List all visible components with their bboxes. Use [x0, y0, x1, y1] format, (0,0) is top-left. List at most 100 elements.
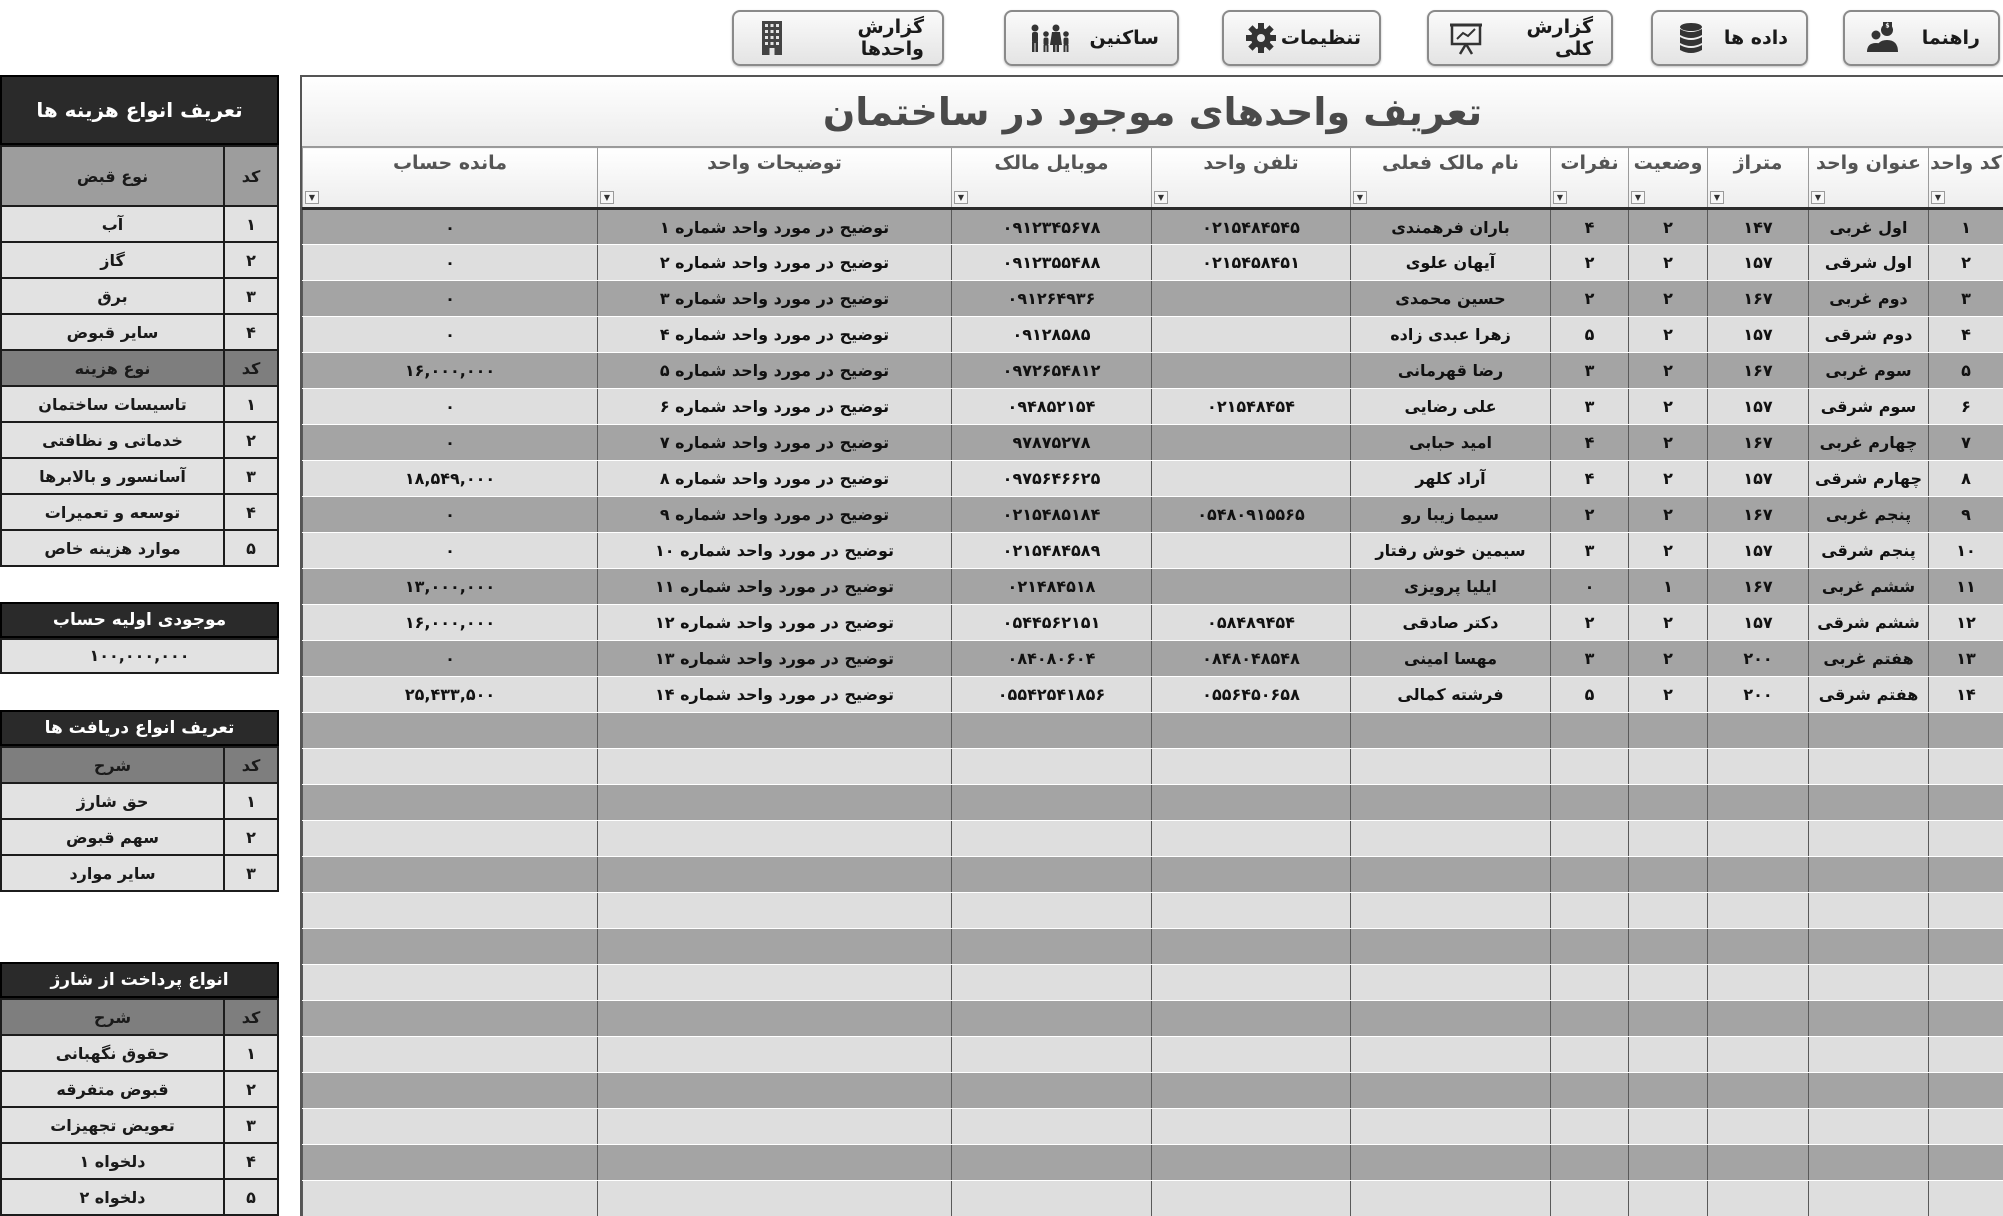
cell-owner-name[interactable]: [1350, 784, 1551, 821]
expense-code[interactable]: ۵: [223, 529, 279, 567]
cell-status[interactable]: ۲: [1628, 460, 1708, 497]
cell-unit-phone[interactable]: [1151, 460, 1351, 497]
cell-area[interactable]: [1707, 1108, 1809, 1145]
cell-account-balance[interactable]: [302, 1072, 598, 1109]
cell-unit-phone[interactable]: ۰۵۴۸۰۹۱۵۵۶۵: [1151, 496, 1351, 533]
cell-unit-phone[interactable]: [1151, 280, 1351, 317]
receipt-code[interactable]: ۳: [223, 854, 279, 892]
cell-unit-code[interactable]: [1928, 964, 2003, 1001]
cell-occupants[interactable]: ۴: [1550, 460, 1629, 497]
cell-occupants[interactable]: [1550, 1144, 1629, 1181]
filter-dropdown-icon[interactable]: ▼: [1931, 191, 1945, 204]
filter-dropdown-icon[interactable]: ▼: [1553, 191, 1567, 204]
cell-unit-description[interactable]: [597, 748, 952, 785]
cell-account-balance[interactable]: ۰: [302, 532, 598, 569]
cell-occupants[interactable]: [1550, 928, 1629, 965]
cell-unit-description[interactable]: توضیح در مورد واحد شماره ۱۰: [597, 532, 952, 569]
cell-account-balance[interactable]: [302, 1144, 598, 1181]
cell-occupants[interactable]: ۳: [1550, 388, 1629, 425]
cell-unit-title[interactable]: [1808, 1072, 1929, 1109]
payment-code[interactable]: ۱: [223, 1034, 279, 1072]
cell-unit-code[interactable]: [1928, 784, 2003, 821]
cell-occupants[interactable]: ۳: [1550, 352, 1629, 389]
cell-unit-title[interactable]: پنجم غربی: [1808, 496, 1929, 533]
cell-owner-mobile[interactable]: [951, 964, 1152, 1001]
cell-account-balance[interactable]: [302, 784, 598, 821]
cell-unit-code[interactable]: [1928, 748, 2003, 785]
cell-owner-mobile[interactable]: ۰۹۷۲۶۵۴۸۱۲: [951, 352, 1152, 389]
cell-unit-title[interactable]: [1808, 1144, 1929, 1181]
cell-status[interactable]: [1628, 1036, 1708, 1073]
expense-code[interactable]: ۲: [223, 421, 279, 459]
cell-occupants[interactable]: [1550, 1180, 1629, 1216]
cell-owner-mobile[interactable]: [951, 1144, 1152, 1181]
cell-status[interactable]: ۲: [1628, 604, 1708, 641]
cell-area[interactable]: [1707, 748, 1809, 785]
cell-unit-code[interactable]: ۲: [1928, 244, 2003, 281]
receipt-code[interactable]: ۱: [223, 782, 279, 820]
cell-owner-name[interactable]: [1350, 1072, 1551, 1109]
cell-owner-mobile[interactable]: ۰۹۷۵۶۴۶۶۲۵: [951, 460, 1152, 497]
cell-account-balance[interactable]: ۱۶,۰۰۰,۰۰۰: [302, 352, 598, 389]
cell-area[interactable]: [1707, 856, 1809, 893]
cell-unit-title[interactable]: [1808, 712, 1929, 749]
cell-unit-description[interactable]: توضیح در مورد واحد شماره ۱۲: [597, 604, 952, 641]
cell-area[interactable]: [1707, 892, 1809, 929]
filter-dropdown-icon[interactable]: ▼: [305, 191, 319, 204]
receipt-code[interactable]: ۲: [223, 818, 279, 856]
cell-unit-phone[interactable]: [1151, 712, 1351, 749]
cell-owner-mobile[interactable]: ۰۵۴۴۵۶۲۱۵۱: [951, 604, 1152, 641]
payment-name[interactable]: حقوق نگهبانی: [0, 1034, 225, 1072]
guide-button[interactable]: راهنما $: [1843, 10, 2000, 66]
cell-occupants[interactable]: ۲: [1550, 280, 1629, 317]
cell-account-balance[interactable]: ۰: [302, 640, 598, 677]
cell-unit-phone[interactable]: [1151, 1108, 1351, 1145]
cell-status[interactable]: ۲: [1628, 532, 1708, 569]
cell-unit-title[interactable]: [1808, 892, 1929, 929]
cell-owner-name[interactable]: [1350, 748, 1551, 785]
cell-owner-name[interactable]: امید حبابی: [1350, 424, 1551, 461]
cell-unit-title[interactable]: سوم غربی: [1808, 352, 1929, 389]
cell-unit-title[interactable]: [1808, 928, 1929, 965]
cell-area[interactable]: ۱۵۷: [1707, 604, 1809, 641]
cell-owner-mobile[interactable]: ۰۸۴۰۸۰۶۰۴: [951, 640, 1152, 677]
cell-occupants[interactable]: ۵: [1550, 316, 1629, 353]
cell-owner-mobile[interactable]: ۰۲۱۴۸۴۵۱۸: [951, 568, 1152, 605]
report-total-button[interactable]: گزارش کلی: [1427, 10, 1613, 66]
cell-area[interactable]: ۱۶۷: [1707, 424, 1809, 461]
cell-owner-mobile[interactable]: [951, 892, 1152, 929]
cell-unit-description[interactable]: توضیح در مورد واحد شماره ۶: [597, 388, 952, 425]
cell-account-balance[interactable]: [302, 964, 598, 1001]
cell-unit-code[interactable]: [1928, 928, 2003, 965]
cell-unit-description[interactable]: [597, 1000, 952, 1037]
cell-account-balance[interactable]: ۰: [302, 244, 598, 281]
cell-unit-description[interactable]: [597, 784, 952, 821]
cell-status[interactable]: ۲: [1628, 208, 1708, 245]
bill-name[interactable]: سایر قبوض: [0, 313, 225, 351]
bill-code[interactable]: ۳: [223, 277, 279, 315]
cell-occupants[interactable]: ۲: [1550, 604, 1629, 641]
cell-area[interactable]: ۱۵۷: [1707, 244, 1809, 281]
cell-owner-mobile[interactable]: [951, 1036, 1152, 1073]
cell-unit-code[interactable]: ۱: [1928, 208, 2003, 245]
cell-occupants[interactable]: [1550, 964, 1629, 1001]
cell-unit-phone[interactable]: [1151, 856, 1351, 893]
cell-unit-description[interactable]: [597, 1036, 952, 1073]
cell-unit-phone[interactable]: ۰۸۴۸۰۴۸۵۴۸: [1151, 640, 1351, 677]
cell-owner-mobile[interactable]: [951, 1180, 1152, 1216]
cell-unit-code[interactable]: ۶: [1928, 388, 2003, 425]
cell-owner-name[interactable]: حسین محمدی: [1350, 280, 1551, 317]
cell-owner-mobile[interactable]: ۰۹۱۲۳۴۵۶۷۸: [951, 208, 1152, 245]
cell-status[interactable]: ۱: [1628, 568, 1708, 605]
cell-occupants[interactable]: [1550, 1036, 1629, 1073]
cell-owner-name[interactable]: سیمین خوش رفتار: [1350, 532, 1551, 569]
cell-area[interactable]: ۱۶۷: [1707, 568, 1809, 605]
expense-name[interactable]: توسعه و تعمیرات: [0, 493, 225, 531]
filter-dropdown-icon[interactable]: ▼: [1631, 191, 1645, 204]
cell-unit-title[interactable]: [1808, 1036, 1929, 1073]
cell-account-balance[interactable]: ۰: [302, 388, 598, 425]
settings-button[interactable]: تنظیمات: [1222, 10, 1381, 66]
cell-unit-description[interactable]: [597, 820, 952, 857]
cell-owner-mobile[interactable]: ۰۹۱۲۳۵۵۴۸۸: [951, 244, 1152, 281]
cell-account-balance[interactable]: ۰: [302, 316, 598, 353]
